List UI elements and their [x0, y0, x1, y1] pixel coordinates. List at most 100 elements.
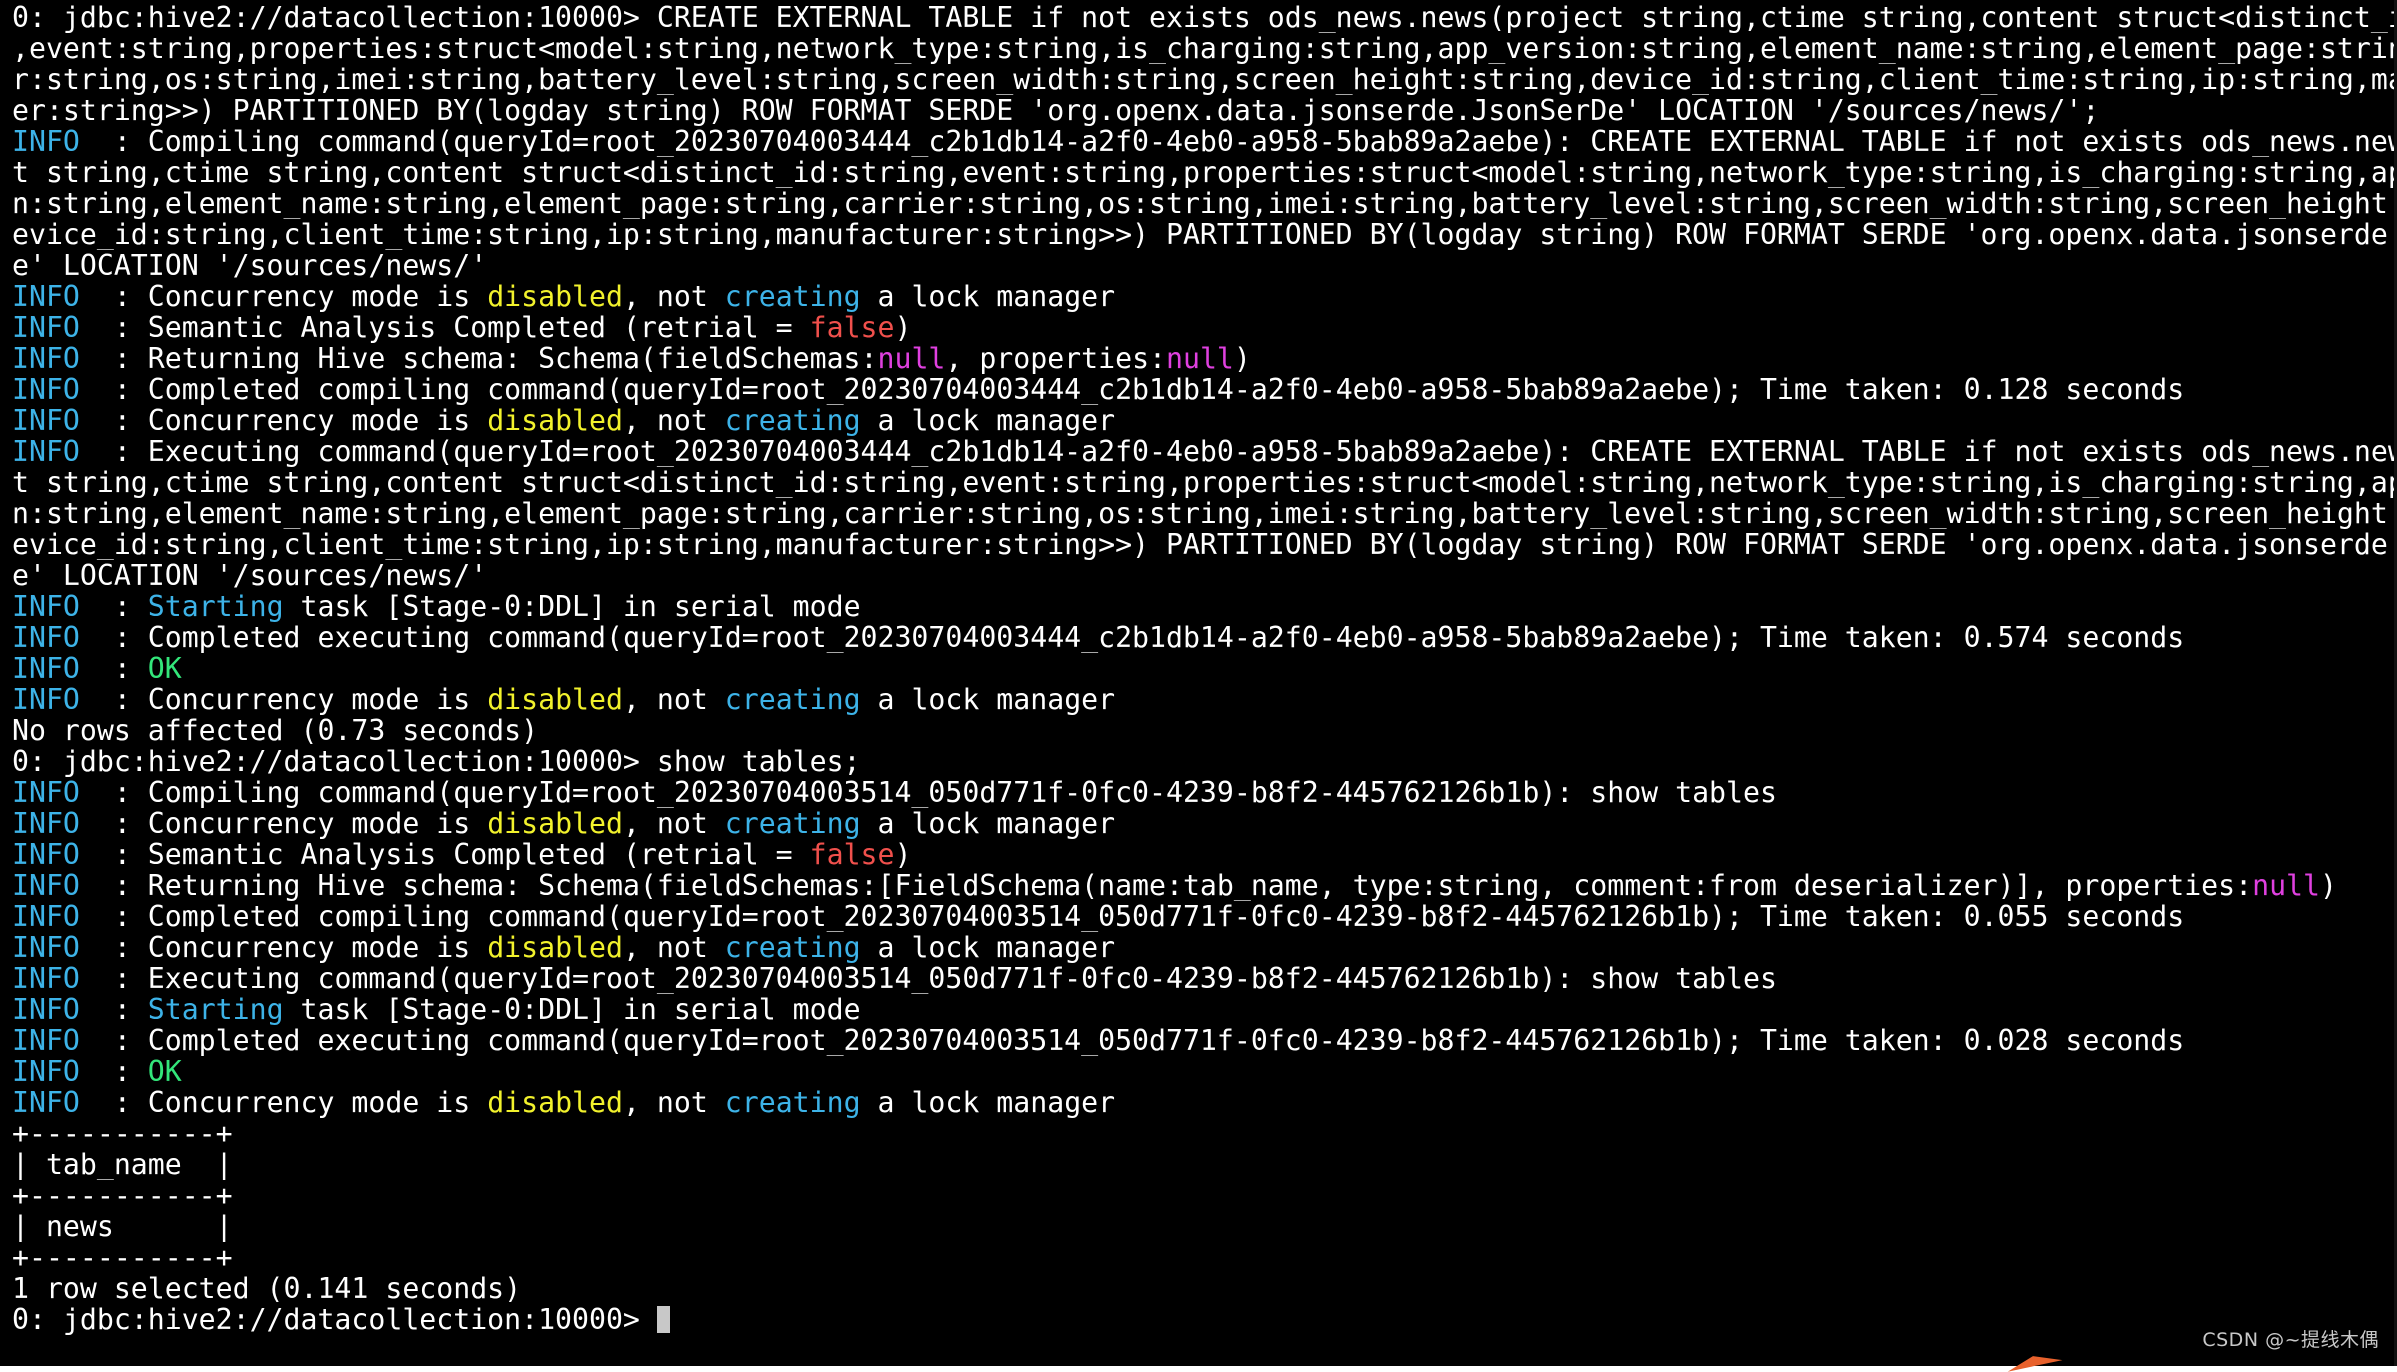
- shell-prompt: 0: jdbc:hive2://datacollection:10000>: [12, 1304, 657, 1335]
- terminal-text: , not: [622, 808, 725, 839]
- terminal-line: INFO : Executing command(queryId=root_20…: [12, 963, 2397, 994]
- terminal-line: 1 row selected (0.141 seconds): [12, 1273, 2397, 1304]
- terminal-text: creating: [724, 405, 861, 436]
- terminal-line: INFO : Concurrency mode is disabled, not…: [12, 684, 2397, 715]
- terminal-text: ): [1233, 343, 1251, 374]
- prompt-line[interactable]: 0: jdbc:hive2://datacollection:10000>: [12, 1304, 2397, 1335]
- terminal-text: +-----------+: [12, 1180, 233, 1211]
- terminal-text: , properties:: [945, 343, 1167, 374]
- terminal-text: : Concurrency mode is: [79, 1087, 488, 1118]
- terminal-text: , not: [622, 684, 725, 715]
- terminal-line: INFO : Starting task [Stage-0:DDL] in se…: [12, 591, 2397, 622]
- terminal-line: INFO : Returning Hive schema: Schema(fie…: [12, 870, 2397, 901]
- log-level-label: INFO: [12, 591, 80, 622]
- terminal-line: n:string,element_name:string,element_pag…: [12, 498, 2397, 529]
- log-level-label: INFO: [12, 684, 80, 715]
- terminal-text: : Completed compiling command(queryId=ro…: [79, 374, 2185, 405]
- terminal-line: INFO : OK: [12, 653, 2397, 684]
- terminal-text: null: [2252, 870, 2320, 901]
- terminal-line: INFO : Executing command(queryId=root_20…: [12, 436, 2397, 467]
- log-level-label: INFO: [12, 405, 80, 436]
- terminal-text: : Returning Hive schema: Schema(fieldSch…: [79, 870, 2253, 901]
- terminal-line: | news |: [12, 1211, 2397, 1242]
- terminal-line: ,event:string,properties:struct<model:st…: [12, 33, 2397, 64]
- terminal-line: INFO : Completed executing command(query…: [12, 1025, 2397, 1056]
- terminal-text: : Executing command(queryId=root_2023070…: [79, 963, 1777, 994]
- log-level-label: INFO: [12, 1056, 80, 1087]
- terminal-line: INFO : Compiling command(queryId=root_20…: [12, 126, 2397, 157]
- terminal-line: 0: jdbc:hive2://datacollection:10000> CR…: [12, 2, 2397, 33]
- terminal-text: e' LOCATION '/sources/news/': [12, 560, 488, 591]
- log-level-label: INFO: [12, 839, 80, 870]
- terminal-line: INFO : Returning Hive schema: Schema(fie…: [12, 343, 2397, 374]
- terminal-text: a lock manager: [860, 1087, 1116, 1118]
- terminal-text: : Returning Hive schema: Schema(fieldSch…: [79, 343, 878, 374]
- terminal-text: :: [79, 994, 148, 1025]
- terminal-text: creating: [724, 808, 861, 839]
- text-cursor[interactable]: [656, 1306, 670, 1333]
- terminal-line: No rows affected (0.73 seconds): [12, 715, 2397, 746]
- log-level-label: INFO: [12, 126, 80, 157]
- log-level-label: INFO: [12, 436, 80, 467]
- terminal-text: disabled: [487, 932, 623, 963]
- terminal-text: 1 row selected (0.141 seconds): [12, 1273, 522, 1304]
- terminal-text: null: [1166, 343, 1234, 374]
- terminal-text: : Concurrency mode is: [79, 281, 488, 312]
- terminal-text: No rows affected (0.73 seconds): [12, 715, 539, 746]
- terminal-text: creating: [724, 1087, 861, 1118]
- terminal-text: : Completed executing command(queryId=ro…: [79, 1025, 2185, 1056]
- terminal-line: INFO : Semantic Analysis Completed (retr…: [12, 312, 2397, 343]
- log-level-label: INFO: [12, 622, 80, 653]
- log-level-label: INFO: [12, 1025, 80, 1056]
- terminal-text: : Semantic Analysis Completed (retrial =: [79, 312, 810, 343]
- terminal-line: INFO : Completed executing command(query…: [12, 622, 2397, 653]
- terminal-line: INFO : Concurrency mode is disabled, not…: [12, 405, 2397, 436]
- terminal-text: r:string,os:string,imei:string,battery_l…: [12, 64, 2397, 95]
- terminal-text: ,event:string,properties:struct<model:st…: [12, 33, 2397, 64]
- terminal-text: e' LOCATION '/sources/news/': [12, 250, 488, 281]
- terminal-line: e' LOCATION '/sources/news/': [12, 250, 2397, 281]
- terminal-line: t string,ctime string,content struct<dis…: [12, 157, 2397, 188]
- terminal-text: : Semantic Analysis Completed (retrial =: [79, 839, 810, 870]
- terminal-line: +-----------+: [12, 1242, 2397, 1273]
- log-level-label: INFO: [12, 932, 80, 963]
- terminal-text: creating: [724, 932, 861, 963]
- terminal-line: INFO : Concurrency mode is disabled, not…: [12, 281, 2397, 312]
- terminal-text: : Concurrency mode is: [79, 808, 488, 839]
- terminal-line: evice_id:string,client_time:string,ip:st…: [12, 219, 2397, 250]
- terminal-text: , not: [622, 405, 725, 436]
- terminal-text: task [Stage-0:DDL] in serial mode: [283, 994, 861, 1025]
- terminal-text: : Concurrency mode is: [79, 405, 488, 436]
- terminal-text: :: [79, 653, 148, 684]
- terminal-text: ): [894, 839, 912, 870]
- log-level-label: INFO: [12, 994, 80, 1025]
- terminal-line: | tab_name |: [12, 1149, 2397, 1180]
- terminal-text: : Completed compiling command(queryId=ro…: [79, 901, 2185, 932]
- terminal-text: Starting: [147, 994, 284, 1025]
- terminal-text: disabled: [487, 808, 623, 839]
- terminal-text: creating: [724, 281, 861, 312]
- log-level-label: INFO: [12, 343, 80, 374]
- terminal-line: +-----------+: [12, 1118, 2397, 1149]
- log-level-label: INFO: [12, 870, 80, 901]
- terminal-text: creating: [724, 684, 861, 715]
- terminal-text: , not: [622, 281, 725, 312]
- terminal-text: t string,ctime string,content struct<dis…: [12, 467, 2397, 498]
- terminal-text: OK: [147, 1056, 182, 1087]
- terminal-line: INFO : Semantic Analysis Completed (retr…: [12, 839, 2397, 870]
- terminal-text: a lock manager: [860, 405, 1116, 436]
- terminal-text: er:string>>) PARTITIONED BY(logday strin…: [12, 95, 2100, 126]
- log-level-label: INFO: [12, 374, 80, 405]
- terminal-window[interactable]: 0: jdbc:hive2://datacollection:10000> CR…: [0, 0, 2397, 1366]
- terminal-text: disabled: [487, 405, 623, 436]
- terminal-line: e' LOCATION '/sources/news/': [12, 560, 2397, 591]
- terminal-text: disabled: [487, 281, 623, 312]
- terminal-line: INFO : Concurrency mode is disabled, not…: [12, 932, 2397, 963]
- terminal-text: : Executing command(queryId=root_2023070…: [79, 436, 2397, 467]
- terminal-text: n:string,element_name:string,element_pag…: [12, 498, 2397, 529]
- terminal-line: evice_id:string,client_time:string,ip:st…: [12, 529, 2397, 560]
- terminal-text: false: [809, 839, 895, 870]
- terminal-text: n:string,element_name:string,element_pag…: [12, 188, 2397, 219]
- terminal-line: INFO : Concurrency mode is disabled, not…: [12, 1087, 2397, 1118]
- terminal-text: :: [79, 1056, 148, 1087]
